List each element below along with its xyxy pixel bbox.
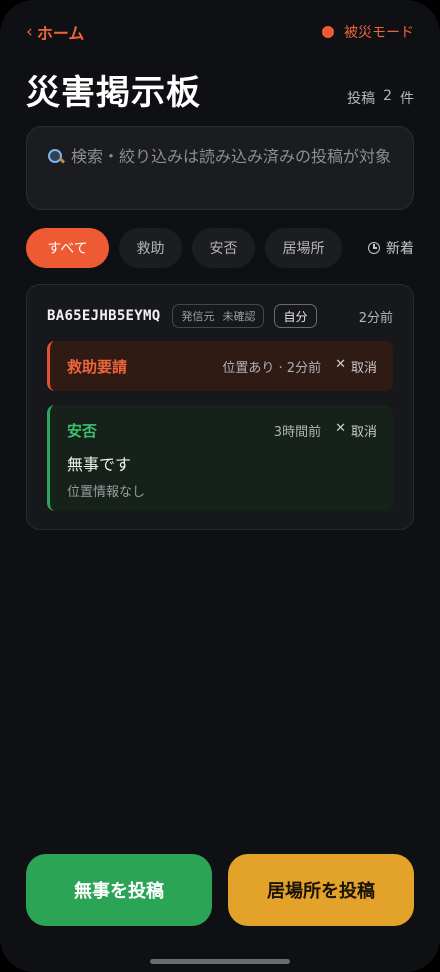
post-meta: 位置あり · 2分前 [222, 360, 322, 376]
close-icon: ✕ [335, 420, 346, 436]
post-message: 無事です [67, 455, 132, 474]
verification-badge: 発信元 未確認 [172, 304, 265, 328]
post-count-label: 投稿 [347, 91, 376, 107]
cancel-button[interactable]: ✕ 取消 [335, 357, 377, 376]
source-label: 発信元 [181, 310, 215, 323]
search-input[interactable]: 検索・絞り込みは読み込み済みの投稿が対象 [26, 126, 414, 210]
status-dot-icon [322, 26, 334, 38]
home-indicator [150, 959, 290, 964]
clock-icon [368, 242, 380, 254]
tab-location[interactable]: 居場所 [265, 228, 342, 268]
chevron-left-icon: ‹ [26, 22, 33, 42]
top-bar: ‹ ホーム 被災モード [26, 20, 414, 44]
post-safety: 安否 3時間前 ✕ 取消 無事です 位置情報なし [47, 405, 393, 511]
post-count: 投稿 2 件 [347, 88, 414, 114]
post-kind: 救助要請 [67, 357, 128, 376]
post-kind: 安否 [67, 421, 98, 440]
tab-rescue[interactable]: 救助 [119, 228, 182, 268]
screen: ‹ ホーム 被災モード 災害掲示板 投稿 2 件 検索・絞り込みは読み込み済みの… [0, 0, 440, 972]
close-icon: ✕ [335, 356, 346, 372]
sort-label: 新着 [386, 241, 414, 257]
post-location-button[interactable]: 居場所を投稿 [228, 854, 414, 926]
search-icon [47, 148, 65, 166]
post-safe-button[interactable]: 無事を投稿 [26, 854, 212, 926]
page-title: 災害掲示板 [26, 73, 201, 113]
post-location-status: 位置情報なし [67, 485, 146, 500]
device-post-card: BA65EJHB5EYMQ 発信元 未確認 自分 2分前 救助要請 位置あり ·… [26, 284, 414, 530]
filter-tabs: すべて 救助 安否 居場所 新着 [26, 228, 414, 268]
tab-safety[interactable]: 安否 [192, 228, 255, 268]
cancel-label: 取消 [350, 424, 377, 440]
search-placeholder: 検索・絞り込みは読み込み済みの投稿が対象 [71, 147, 392, 166]
self-badge: 自分 [274, 304, 317, 328]
cancel-button[interactable]: ✕ 取消 [335, 421, 377, 440]
verification-label: 未確認 [222, 310, 256, 323]
device-id: BA65EJHB5EYMQ [47, 308, 161, 324]
post-count-unit: 件 [400, 91, 414, 107]
post-meta: 3時間前 [273, 424, 322, 440]
post-count-value: 2 [383, 88, 392, 104]
post-rescue-request: 救助要請 位置あり · 2分前 ✕ 取消 [47, 341, 393, 391]
back-home-label: ホーム [36, 24, 85, 43]
card-header: BA65EJHB5EYMQ 発信元 未確認 自分 2分前 [47, 303, 393, 329]
disaster-mode-indicator: 被災モード [322, 22, 414, 42]
sort-newest-button[interactable]: 新着 [368, 238, 414, 258]
header: 災害掲示板 投稿 2 件 [26, 70, 414, 114]
back-home-button[interactable]: ‹ ホーム [26, 20, 84, 44]
card-timestamp: 2分前 [358, 310, 393, 326]
cancel-label: 取消 [350, 360, 377, 376]
mode-label: 被災モード [344, 25, 414, 41]
tab-all[interactable]: すべて [26, 228, 109, 268]
